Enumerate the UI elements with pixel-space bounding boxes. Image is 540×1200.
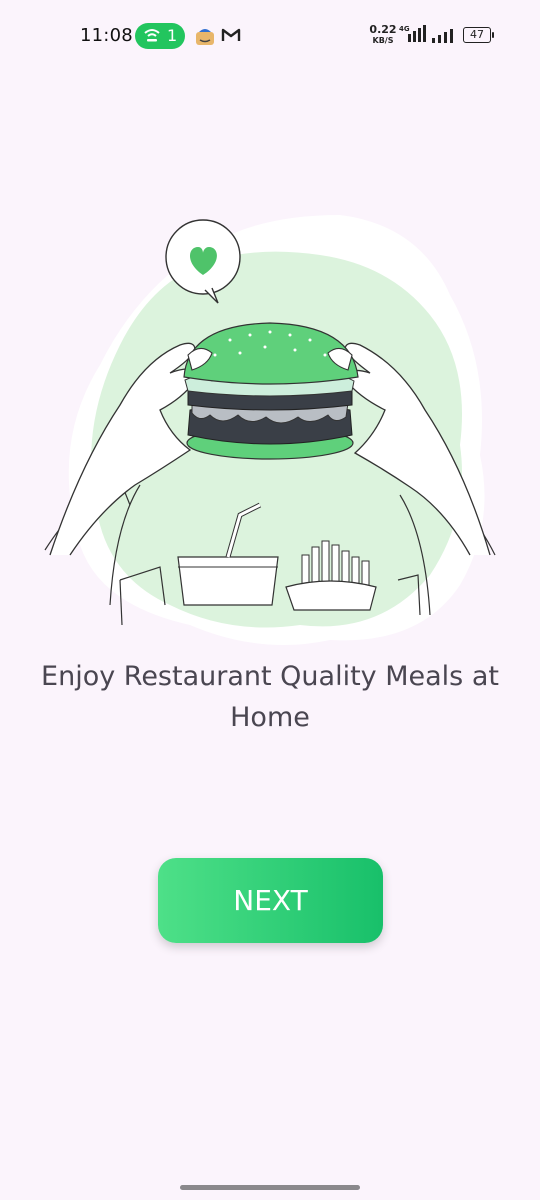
- hotspot-count: 1: [167, 26, 178, 45]
- gmail-icon: [221, 28, 241, 41]
- onboarding-headline: Enjoy Restaurant Quality Meals at Home: [41, 661, 499, 733]
- hotspot-wifi-icon: [144, 29, 160, 42]
- network-speed: 0.22 KB/S: [367, 24, 399, 46]
- battery-level: 47: [463, 27, 491, 43]
- network-speed-unit: KB/S: [372, 36, 394, 45]
- home-indicator[interactable]: [180, 1185, 360, 1190]
- burger-illustration: [44, 215, 496, 645]
- status-bar: 11:08 1 0.22 KB/S 4G 47: [0, 0, 540, 72]
- shopping-app-icon: [196, 29, 214, 45]
- battery-icon: 47: [463, 27, 494, 43]
- hotspot-indicator: 1: [135, 23, 185, 49]
- next-button[interactable]: NEXT: [158, 858, 383, 943]
- network-type-label: 4G: [399, 25, 410, 33]
- signal-icon: [432, 29, 453, 43]
- status-time: 11:08: [80, 25, 133, 46]
- signal-4g-icon: 4G: [399, 25, 426, 42]
